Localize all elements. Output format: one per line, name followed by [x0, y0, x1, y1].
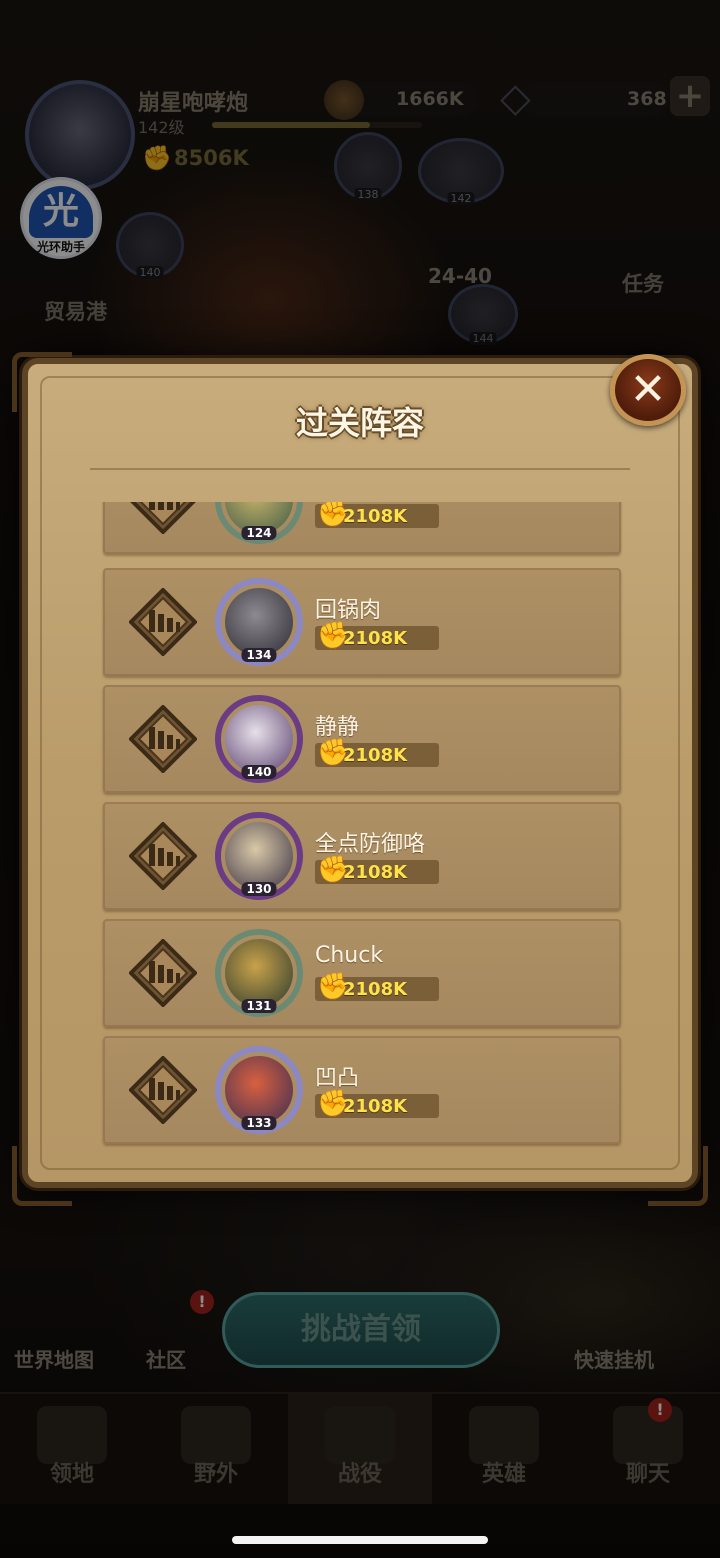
hero-avatar[interactable]: 131 [215, 929, 303, 1017]
hero-portrait [225, 939, 293, 1007]
modal-corner-ornament [12, 1146, 72, 1206]
hero-avatar[interactable]: 124 [215, 502, 303, 544]
modal-title: 过关阵容 [295, 404, 424, 442]
home-indicator[interactable] [232, 1536, 488, 1544]
lineup-power: 2108K [343, 628, 408, 649]
lineup-row[interactable]: 134 回锅肉 ✊ 2108K [103, 568, 621, 676]
ranking-chart-icon[interactable] [129, 822, 197, 890]
player-name: Chuck [315, 943, 384, 968]
player-name: 凹凸 [315, 1066, 360, 1091]
lineup-power: 2108K [343, 1096, 408, 1117]
ranking-chart-icon[interactable] [129, 1056, 197, 1124]
hero-level: 124 [241, 526, 277, 540]
lineup-row[interactable]: 140 静静 ✊ 2108K [103, 685, 621, 793]
hero-avatar[interactable]: 133 [215, 1046, 303, 1134]
modal-corner-ornament [648, 1146, 708, 1206]
title-divider [90, 468, 630, 470]
lineup-row[interactable]: 131 Chuck ✊ 2108K [103, 919, 621, 1027]
hero-portrait [225, 705, 293, 773]
ranking-chart-icon[interactable] [129, 588, 197, 656]
ranking-chart-icon[interactable] [129, 502, 197, 534]
hero-avatar[interactable]: 130 [215, 812, 303, 900]
hero-avatar[interactable]: 140 [215, 695, 303, 783]
hero-portrait [225, 822, 293, 890]
lineup-row[interactable]: 130 全点防御咯 ✊ 2108K [103, 802, 621, 910]
lineup-power: 2108K [343, 979, 408, 1000]
lineup-power: 2108K [343, 745, 408, 766]
player-name: 静静 [315, 715, 360, 740]
lineup-row[interactable]: 133 凹凸 ✊ 2108K [103, 1036, 621, 1144]
lineup-power: 2108K [343, 862, 408, 883]
player-name: 回锅肉 [315, 598, 382, 623]
hero-level: 131 [241, 999, 277, 1013]
hero-portrait [225, 1056, 293, 1124]
close-button[interactable]: ✕ [610, 354, 686, 426]
hero-level: 140 [241, 765, 277, 779]
lineup-row[interactable]: 124 ✊ 2108K [103, 502, 621, 554]
hero-level: 134 [241, 648, 277, 662]
lineup-power: 2108K [343, 506, 408, 527]
player-name: 全点防御咯 [315, 832, 426, 857]
ranking-chart-icon[interactable] [129, 705, 197, 773]
hero-level: 133 [241, 1116, 277, 1130]
hero-avatar[interactable]: 134 [215, 578, 303, 666]
hero-portrait [225, 588, 293, 656]
hero-level: 130 [241, 882, 277, 896]
ranking-chart-icon[interactable] [129, 939, 197, 1007]
lineup-list[interactable]: 124 ✊ 2108K 134 回锅肉 ✊ 2108K 140 静静 ✊ 2108K 130 全点防御咯… [100, 502, 624, 1152]
